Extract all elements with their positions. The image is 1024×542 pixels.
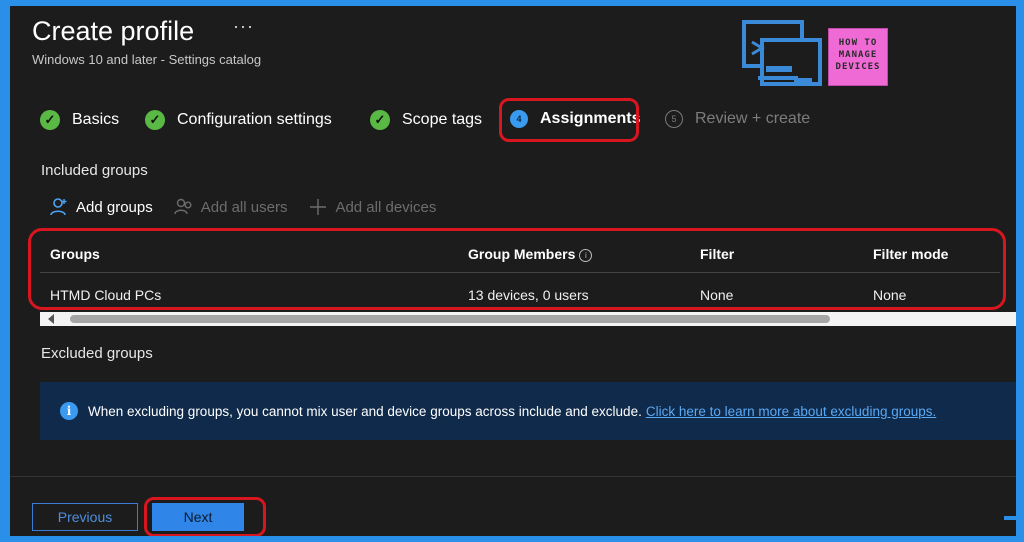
page-subtitle: Windows 10 and later - Settings catalog <box>32 52 262 67</box>
add-groups-button[interactable]: Add groups <box>48 196 153 218</box>
page-title: Create profile <box>32 16 195 46</box>
exclude-info-banner: i When excluding groups, you cannot mix … <box>40 382 1016 440</box>
brand-logo: HOW TO MANAGE DEVICES <box>828 28 888 86</box>
info-icon: i <box>60 402 78 420</box>
step-number-badge: 5 <box>665 110 683 128</box>
scroll-thumb[interactable] <box>70 315 830 323</box>
wizard-footer: Previous Next <box>10 476 1016 536</box>
divider <box>1004 516 1016 520</box>
checkmark-icon: ✓ <box>370 110 390 130</box>
create-profile-window: Create profile ··· Windows 10 and later … <box>10 6 1016 536</box>
included-groups-toolbar: Add groups Add all users Add all devices <box>48 196 456 218</box>
highlight-annotation <box>499 98 639 142</box>
users-icon <box>173 196 195 218</box>
excluded-groups-heading: Excluded groups <box>41 345 153 362</box>
step-label: Review + create <box>695 110 811 127</box>
add-person-icon <box>48 196 70 218</box>
step-label: Configuration settings <box>177 111 332 128</box>
step-basics[interactable]: ✓ Basics <box>40 110 119 130</box>
checkmark-icon: ✓ <box>40 110 60 130</box>
included-groups-heading: Included groups <box>41 162 148 179</box>
step-scope-tags[interactable]: ✓ Scope tags <box>370 110 482 130</box>
step-configuration-settings[interactable]: ✓ Configuration settings <box>145 110 332 130</box>
step-label: Scope tags <box>402 111 483 128</box>
more-options-button[interactable]: ··· <box>233 16 254 37</box>
info-message: When excluding groups, you cannot mix us… <box>88 403 642 419</box>
highlight-annotation <box>144 497 266 536</box>
checkmark-icon: ✓ <box>145 110 165 130</box>
learn-more-link[interactable]: Click here to learn more about excluding… <box>646 404 936 419</box>
step-label: Basics <box>72 111 120 128</box>
add-all-devices-button: Add all devices <box>307 196 436 218</box>
scroll-left-icon[interactable] <box>48 314 54 324</box>
highlight-annotation <box>28 228 1006 310</box>
previous-button[interactable]: Previous <box>32 503 138 531</box>
add-all-users-button: Add all users <box>173 196 287 218</box>
step-review-create: 5 Review + create <box>665 110 810 128</box>
horizontal-scrollbar[interactable] <box>40 312 1016 326</box>
plus-icon <box>307 196 329 218</box>
